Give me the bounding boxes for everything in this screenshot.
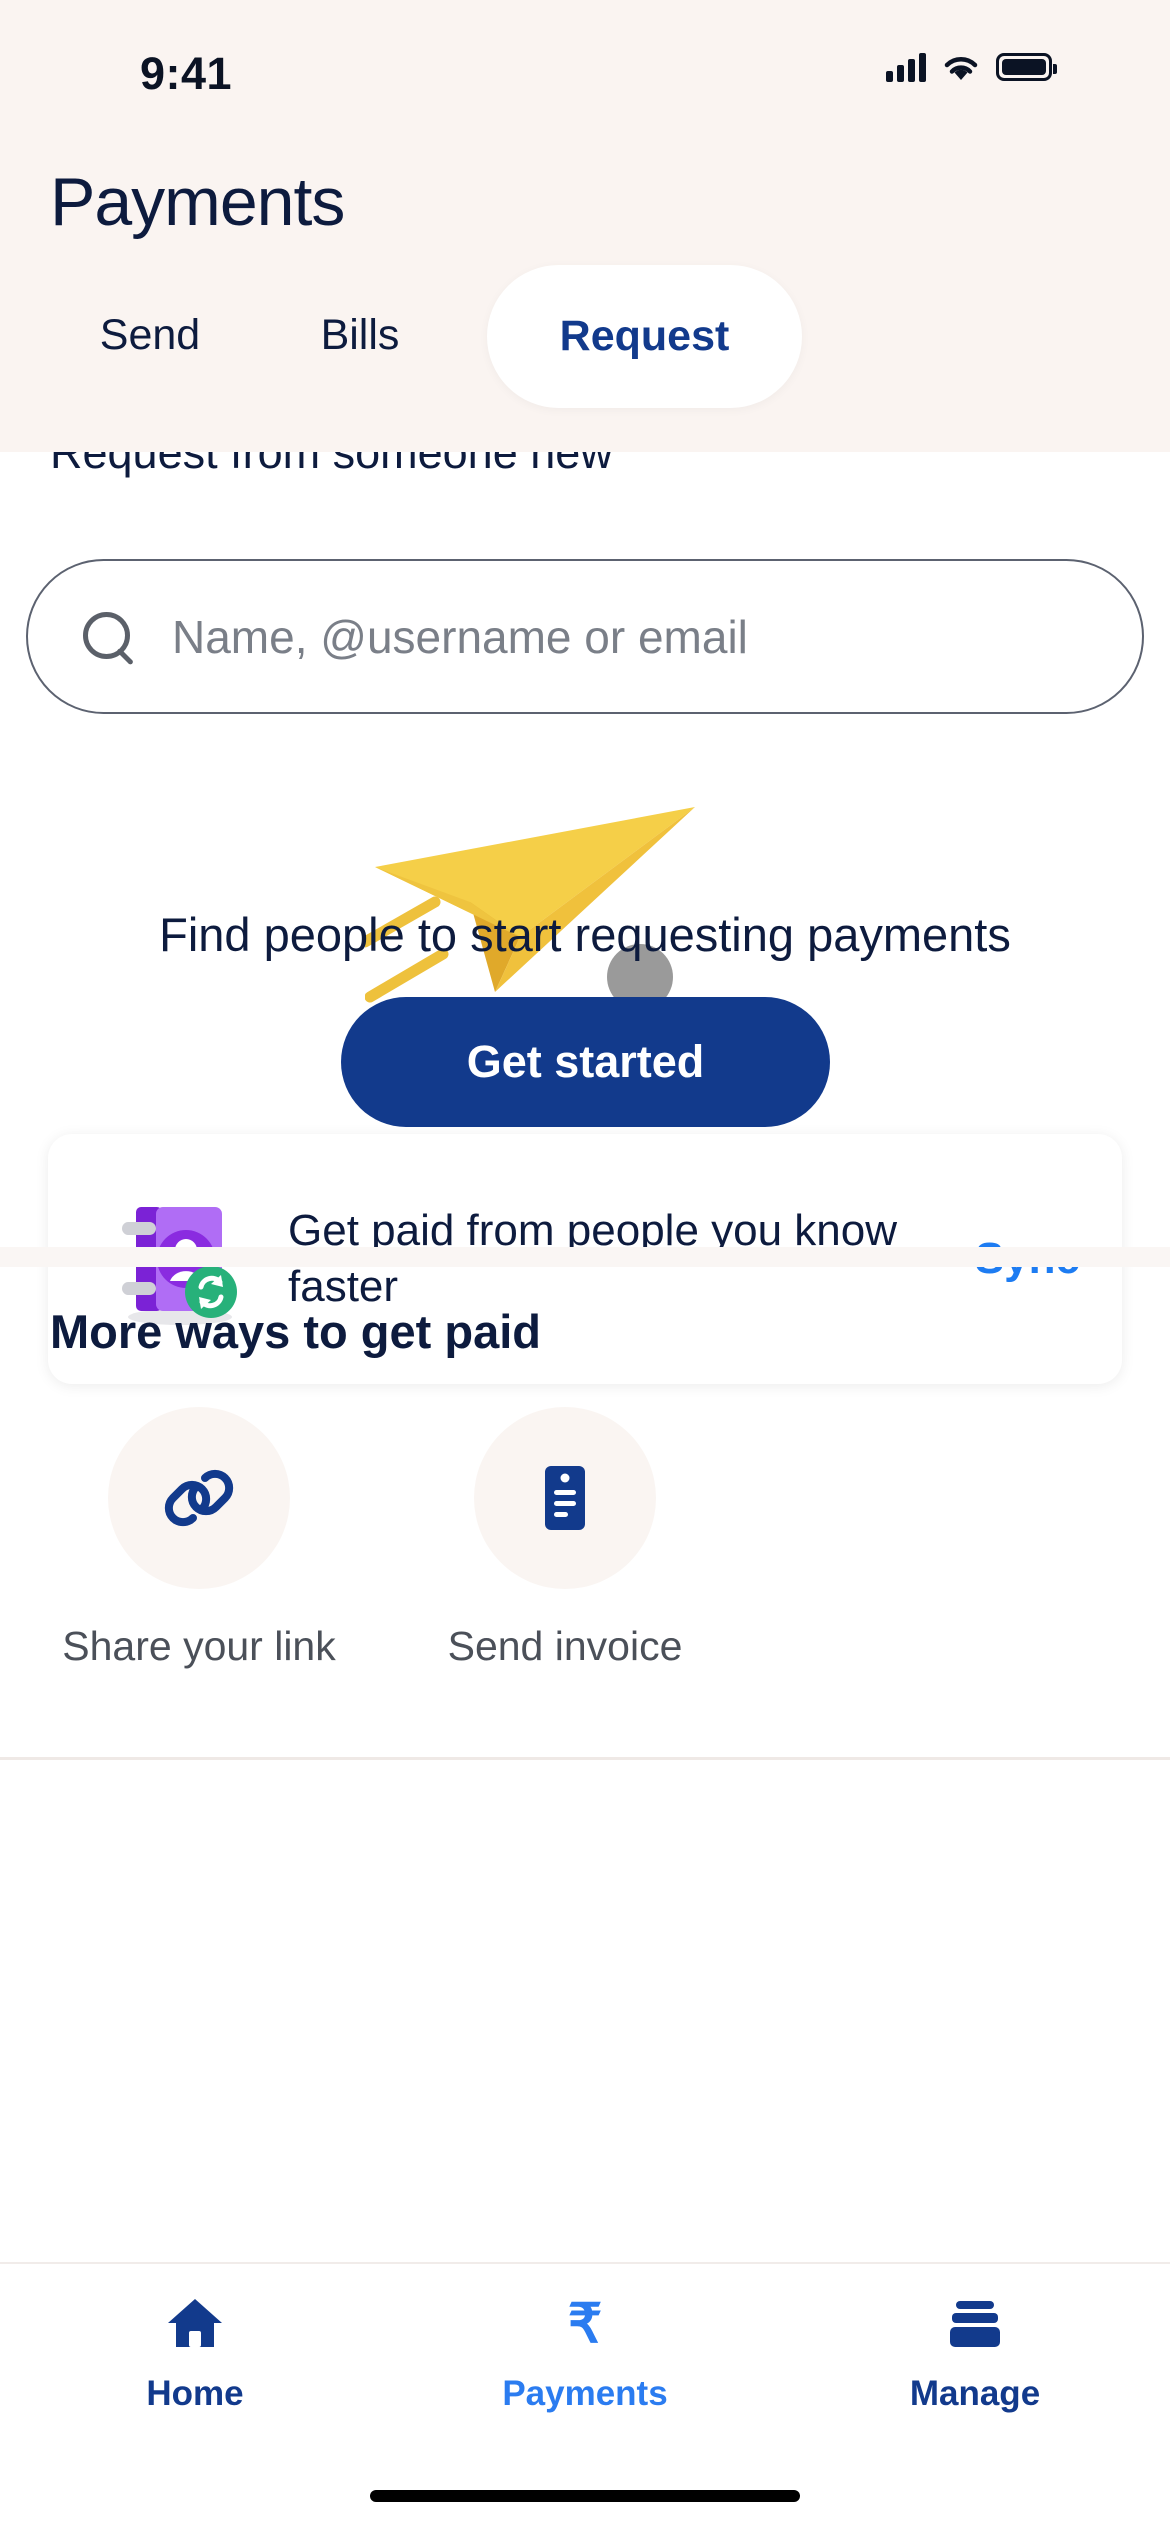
nav-label-home: Home — [146, 2374, 244, 2413]
link-chain-icon — [108, 1407, 290, 1589]
tile-label-send-invoice: Send invoice — [447, 1623, 683, 1669]
cellular-signal-icon — [886, 52, 926, 82]
rupee-icon: ₹ — [559, 2292, 611, 2354]
content-bottom-edge — [0, 1757, 1170, 1760]
tab-send[interactable]: Send — [60, 265, 240, 405]
tab-request[interactable]: Request — [487, 265, 802, 408]
wifi-icon — [942, 52, 980, 82]
content-area[interactable]: Request from someone new Name, @username… — [0, 452, 1170, 2262]
search-field[interactable]: Name, @username or email — [26, 559, 1144, 714]
tile-share-your-link[interactable]: Share your link — [62, 1407, 336, 1697]
status-icons — [886, 52, 1057, 82]
status-bar: 9:41 — [0, 0, 1170, 110]
get-started-button[interactable]: Get started — [341, 997, 830, 1127]
status-time: 9:41 — [140, 48, 233, 99]
tab-bills[interactable]: Bills — [270, 265, 450, 405]
nav-label-manage: Manage — [909, 2374, 1041, 2413]
tile-send-invoice[interactable]: Send invoice — [447, 1407, 683, 1697]
nav-label-payments: Payments — [502, 2374, 668, 2413]
nav-item-home[interactable]: Home — [0, 2292, 390, 2454]
battery-full-icon — [996, 53, 1057, 81]
nav-item-payments[interactable]: ₹ Payments — [390, 2292, 780, 2454]
section-heading-request-new: Request from someone new — [50, 452, 613, 478]
svg-text:₹: ₹ — [568, 2294, 602, 2353]
app-screen: 9:41 Payments Send Bills Request Request… — [0, 0, 1170, 2532]
home-icon — [164, 2292, 226, 2354]
page-title: Payments — [50, 164, 345, 240]
section-divider — [0, 1247, 1170, 1267]
manage-cards-icon — [944, 2292, 1006, 2354]
home-indicator — [370, 2490, 800, 2502]
header: 9:41 Payments Send Bills Request — [0, 0, 1170, 452]
paper-plane-illustration — [0, 752, 1170, 1032]
search-input[interactable]: Name, @username or email — [172, 610, 748, 664]
invoice-document-icon — [474, 1407, 656, 1589]
more-ways-tiles: Share your link Send invoice — [0, 1407, 1170, 1697]
empty-state-title: Find people to start requesting payments — [159, 908, 1011, 961]
more-ways-title: More ways to get paid — [50, 1305, 541, 1358]
tile-label-share-link: Share your link — [62, 1623, 336, 1669]
search-icon — [80, 609, 136, 665]
nav-item-manage[interactable]: Manage — [780, 2292, 1170, 2454]
bottom-navigation: Home ₹ Payments Manage — [0, 2262, 1170, 2532]
tab-bar: Send Bills Request — [0, 265, 1170, 415]
